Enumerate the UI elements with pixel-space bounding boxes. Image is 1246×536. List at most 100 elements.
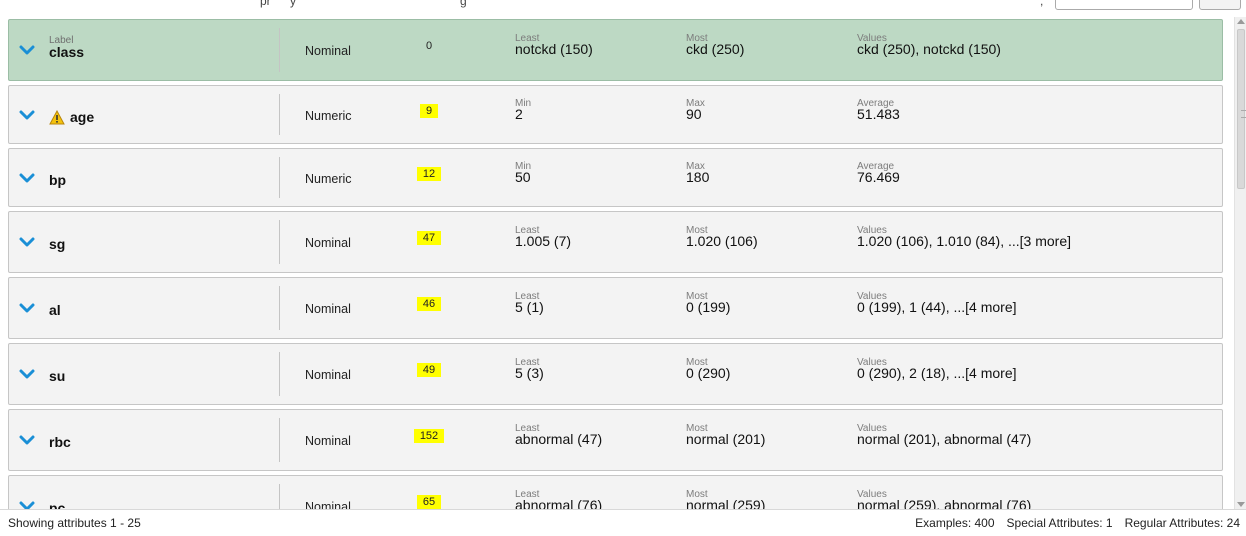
missing-count: 46: [407, 297, 451, 311]
column-divider: [279, 286, 280, 330]
missing-count: 12: [407, 167, 451, 181]
chevron-down-icon[interactable]: [19, 172, 35, 184]
attribute-row[interactable]: su Nominal 49 Least 5 (3) Most 0 (290) Values 0 …: [8, 343, 1223, 405]
attribute-name-text: bp: [49, 172, 67, 188]
column-divider: [279, 352, 280, 396]
stat-value: 0 (199): [686, 299, 731, 315]
attribute-type: Nominal: [305, 302, 351, 316]
stat-value: normal (201): [686, 431, 766, 447]
scrollbar-thumb[interactable]: [1237, 29, 1246, 189]
attribute-name-text: class: [49, 44, 85, 60]
status-bar: Showing attributes 1 - 25 Examples: 400 …: [0, 509, 1246, 536]
attribute-row[interactable]: sg Nominal 47 Least 1.005 (7) Most 1.020 (106)…: [8, 211, 1223, 273]
attribute-row[interactable]: rbc Nominal 152 Least abnormal (47) Most norma…: [8, 409, 1223, 471]
regular-attributes-count: Regular Attributes: 24: [1124, 516, 1240, 530]
missing-count-value: 47: [416, 231, 442, 245]
stat-value: normal (259), abnormal (76): [857, 497, 1032, 509]
stat-value: normal (201), abnormal (47): [857, 431, 1032, 447]
missing-count-value: 49: [416, 363, 442, 377]
attribute-row[interactable]: al Nominal 46 Least 5 (1) Most 0 (199) Values 0 …: [8, 277, 1223, 339]
attribute-name-text: age: [70, 109, 95, 125]
attribute-type: Nominal: [305, 500, 351, 509]
missing-count-value: 46: [416, 297, 442, 311]
vertical-scrollbar[interactable]: [1234, 17, 1246, 509]
attribute-name: su: [49, 368, 65, 384]
attribute-name: al: [49, 302, 61, 318]
attribute-type: Numeric: [305, 109, 352, 123]
stat-value: 1.020 (106): [686, 233, 758, 249]
attribute-name: bp: [49, 172, 66, 188]
showing-attributes-text: Showing attributes 1 - 25: [8, 516, 141, 530]
attribute-type: Numeric: [305, 172, 352, 186]
stat-value: 0 (199), 1 (44), ...[4 more]: [857, 299, 1017, 315]
stat-value: 90: [686, 106, 702, 122]
attribute-name-text: su: [49, 368, 66, 384]
missing-count: 152: [407, 429, 451, 443]
missing-count-value: 152: [413, 429, 445, 443]
stat-value: 0 (290): [686, 365, 731, 381]
attribute-name-text: pc: [49, 500, 66, 509]
examples-count: Examples: 400: [915, 516, 995, 530]
attribute-name-text: al: [49, 302, 61, 318]
stat-value: 180: [686, 169, 710, 185]
attribute-name: pc: [49, 500, 65, 509]
stat-value: notckd (150): [515, 41, 593, 57]
missing-count-value: 0: [425, 40, 433, 52]
scroll-up-icon[interactable]: [1237, 19, 1245, 24]
chevron-down-icon[interactable]: [19, 368, 35, 380]
stat-value: 5 (3): [515, 365, 544, 381]
column-divider: [279, 484, 280, 509]
column-divider: [279, 418, 280, 462]
special-attributes-count: Special Attributes: 1: [1006, 516, 1113, 530]
stat-value: 1.020 (106), 1.010 (84), ...[3 more]: [857, 233, 1072, 249]
attribute-row[interactable]: age Numeric 9 Min 2 Max 90 Average 51.483: [8, 85, 1223, 144]
missing-count: 49: [407, 363, 451, 377]
chevron-down-icon[interactable]: [19, 500, 35, 509]
search-input[interactable]: [1055, 0, 1193, 10]
scroll-down-icon[interactable]: [1237, 502, 1245, 507]
attribute-type: Nominal: [305, 44, 351, 58]
missing-count-value: 12: [416, 167, 442, 181]
attribute-name: class: [49, 44, 84, 60]
stat-value: abnormal (76): [515, 497, 603, 509]
missing-count: 47: [407, 231, 451, 245]
stat-value: ckd (250): [686, 41, 745, 57]
missing-count-value: 65: [416, 495, 442, 509]
top-toolbar-fragment: pr y g ,: [0, 0, 1246, 14]
chevron-down-icon[interactable]: [19, 109, 35, 121]
missing-count-value: 9: [419, 104, 439, 118]
warning-icon: [49, 109, 65, 125]
stat-value: 76.469: [857, 169, 900, 185]
attribute-row[interactable]: pc Nominal 65 Least abnormal (76) Most normal …: [8, 475, 1223, 509]
attribute-type: Nominal: [305, 236, 351, 250]
stat-value: 2: [515, 106, 523, 122]
attribute-name-text: rbc: [49, 434, 71, 450]
column-divider: [279, 220, 280, 264]
attribute-row[interactable]: Label class Nominal 0 Least notckd (150) Most c…: [8, 19, 1223, 81]
attribute-name: rbc: [49, 434, 71, 450]
stat-value: 1.005 (7): [515, 233, 572, 249]
toolbar-text-fragment: g: [460, 0, 467, 8]
attribute-type: Nominal: [305, 368, 351, 382]
stat-value: ckd (250), notckd (150): [857, 41, 1001, 57]
stat-value: normal (259): [686, 497, 766, 509]
chevron-down-icon[interactable]: [19, 434, 35, 446]
toolbar-text-fragment: y: [290, 0, 296, 8]
column-divider: [279, 94, 280, 135]
stat-value: abnormal (47): [515, 431, 603, 447]
attribute-type: Nominal: [305, 434, 351, 448]
search-button[interactable]: [1199, 0, 1241, 10]
stat-value: 50: [515, 169, 531, 185]
missing-count: 65: [407, 495, 451, 509]
attribute-name-text: sg: [49, 236, 66, 252]
chevron-down-icon[interactable]: [19, 236, 35, 248]
stat-value: 5 (1): [515, 299, 544, 315]
column-divider: [279, 157, 280, 198]
chevron-down-icon[interactable]: [19, 44, 35, 56]
stat-value: 51.483: [857, 106, 900, 122]
attribute-name: age: [49, 109, 94, 125]
toolbar-text-fragment: pr: [260, 0, 271, 8]
stat-value: 0 (290), 2 (18), ...[4 more]: [857, 365, 1017, 381]
chevron-down-icon[interactable]: [19, 302, 35, 314]
attribute-row[interactable]: bp Numeric 12 Min 50 Max 180 Average 76.469: [8, 148, 1223, 207]
